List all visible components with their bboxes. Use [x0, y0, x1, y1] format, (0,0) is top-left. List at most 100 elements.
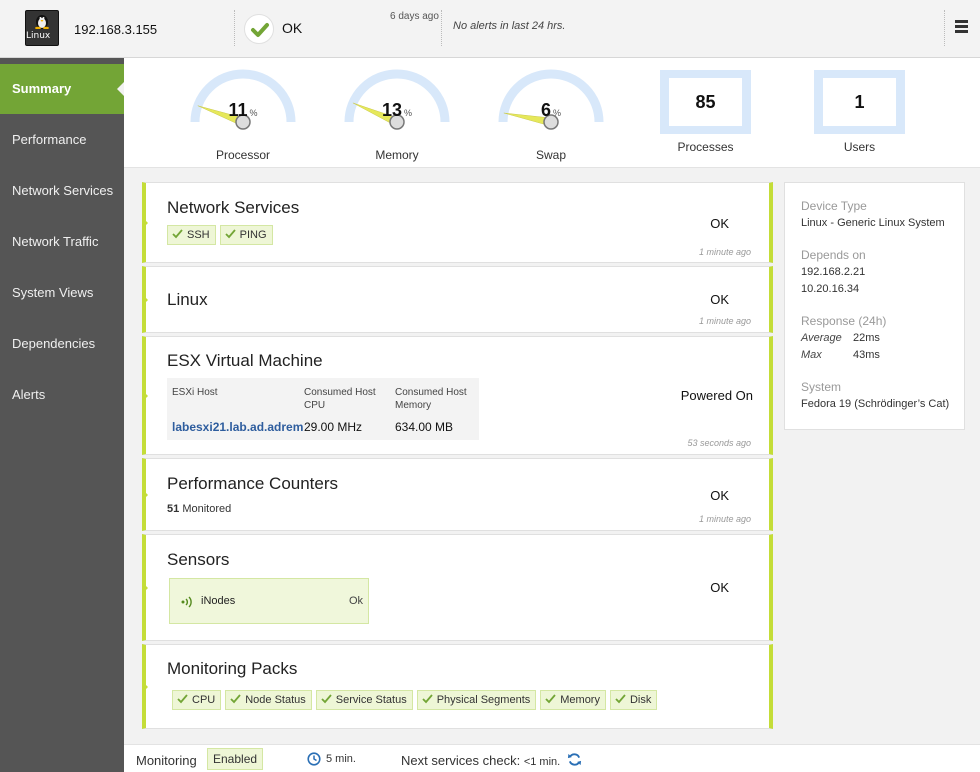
sensor-status: Ok	[348, 595, 363, 607]
check-icon	[545, 694, 556, 704]
esx-vm-card[interactable]: ESX Virtual Machine ESXi Host Consumed H…	[142, 336, 773, 455]
memory-value: 634.00 MB	[395, 420, 454, 434]
card-title: Sensors	[167, 550, 230, 569]
processes-label: Processes	[677, 140, 734, 154]
max-label: Max	[801, 349, 822, 361]
network-services-card[interactable]: Network Services SSH PING OK 1 minute ago	[142, 182, 773, 263]
esx-table: ESXi Host Consumed Host CPU Consumed Hos…	[167, 378, 479, 440]
card-status: Powered On	[680, 388, 753, 403]
logo-label: Linux	[26, 31, 51, 41]
system-label: System	[801, 380, 842, 394]
sidebar-item-network-traffic[interactable]: Network Traffic	[0, 217, 124, 267]
check-icon	[224, 229, 236, 239]
check-icon	[230, 694, 241, 704]
memory-value: 13	[381, 100, 402, 120]
users-value: 1	[823, 78, 896, 126]
refresh-icon[interactable]	[567, 752, 582, 767]
footer-bar: Monitoring Enabled 5 min. Next services …	[124, 744, 980, 772]
depends-on-label: Depends on	[801, 248, 866, 262]
alerts-summary: No alerts in last 24 hrs.	[453, 20, 566, 32]
tag-node-status[interactable]: Node Status	[225, 690, 312, 710]
processor-value: 11	[228, 100, 248, 120]
card-title: Linux	[167, 290, 208, 309]
monitoring-packs-card[interactable]: Monitoring Packs CPU Node Status Service S…	[142, 644, 773, 729]
depends-on-item[interactable]: 10.20.16.34	[801, 283, 859, 295]
card-status: OK	[710, 216, 729, 231]
status-age: 6 days ago	[390, 11, 439, 22]
tag-physical-segments[interactable]: Physical Segments	[416, 690, 537, 710]
gauge-strip: 11% Processor 13% Memory 6% Swap 85 Proc…	[124, 58, 980, 168]
card-status: OK	[710, 292, 729, 307]
depends-on-item[interactable]: 192.168.2.21	[801, 266, 865, 278]
check-interval[interactable]: 5 min.	[326, 753, 356, 765]
performance-counters-card[interactable]: Performance Counters 51 Monitored OK 1 m…	[142, 458, 773, 531]
tag-memory[interactable]: Memory	[540, 690, 606, 710]
sidebar-item-performance[interactable]: Performance	[0, 115, 124, 165]
card-status: OK	[710, 580, 729, 595]
monitoring-toggle[interactable]: Enabled	[207, 748, 264, 770]
processor-label: Processor	[215, 148, 271, 162]
signal-icon	[181, 596, 192, 608]
swap-value: 6	[540, 100, 551, 120]
card-title: Monitoring Packs	[167, 659, 298, 678]
check-icon	[172, 229, 183, 239]
sidebar-item-dependencies[interactable]: Dependencies	[0, 319, 124, 369]
processes-counter[interactable]: 85	[660, 70, 751, 134]
swap-gauge[interactable]: 6% Swap	[498, 66, 608, 166]
memory-gauge[interactable]: 13% Memory	[344, 66, 454, 166]
penguin-icon	[35, 15, 49, 29]
tag-cpu[interactable]: CPU	[172, 690, 222, 710]
hamburger-menu-icon[interactable]	[955, 20, 968, 34]
check-icon	[177, 694, 188, 704]
cpu-value: 29.00 MHz	[304, 420, 363, 434]
average-label: Average	[801, 332, 842, 344]
clock-icon	[307, 752, 321, 766]
linux-card[interactable]: Linux OK 1 minute ago	[142, 266, 773, 333]
sensors-card[interactable]: Sensors iNodes Ok OK	[142, 534, 773, 641]
sidebar-item-network-services[interactable]: Network Services	[0, 166, 124, 216]
users-label: Users	[843, 140, 876, 154]
sidebar-item-system-views[interactable]: System Views	[0, 268, 124, 318]
card-timestamp: 53 seconds ago	[687, 438, 751, 448]
memory-label: Memory	[375, 148, 419, 162]
card-status: OK	[710, 488, 729, 503]
system-value: Fedora 19 (Schrödinger’s Cat)	[801, 398, 950, 410]
device-details-panel: Device Type Linux - Generic Linux System…	[784, 182, 965, 430]
top-bar: Linux 192.168.3.155 OK 6 days ago No ale…	[0, 0, 980, 58]
service-tags: SSH PING	[167, 225, 277, 245]
card-title: ESX Virtual Machine	[167, 351, 323, 370]
divider	[441, 10, 442, 46]
tag-disk[interactable]: Disk	[609, 690, 658, 710]
average-value: 22ms	[853, 332, 880, 344]
processor-gauge[interactable]: 11% Processor	[190, 66, 300, 166]
cpu-header: Consumed Host CPU	[304, 387, 376, 411]
card-title: Performance Counters	[167, 474, 339, 493]
device-status: OK	[282, 20, 303, 36]
users-counter[interactable]: 1	[814, 70, 905, 134]
check-icon	[615, 694, 626, 704]
card-timestamp: 1 minute ago	[698, 247, 751, 257]
divider	[234, 10, 235, 46]
sensor-name: iNodes	[201, 595, 236, 607]
check-icon	[321, 694, 332, 704]
tag-ssh[interactable]: SSH	[167, 225, 216, 245]
memory-header: Consumed Host Memory	[395, 387, 467, 411]
sidebar-item-alerts[interactable]: Alerts	[0, 370, 124, 420]
tag-service-status[interactable]: Service Status	[315, 690, 413, 710]
status-check-icon	[244, 14, 274, 44]
processes-value: 85	[669, 78, 742, 126]
monitoring-label: Monitoring	[136, 753, 197, 768]
esx-host-link[interactable]: labesxi21.lab.ad.adrem	[172, 420, 303, 434]
next-check: Next services check: <1 min.	[401, 753, 561, 768]
device-ip: 192.168.3.155	[74, 22, 158, 37]
sensor-inodes[interactable]: iNodes Ok	[169, 578, 369, 624]
card-timestamp: 1 minute ago	[698, 316, 751, 326]
sidebar-item-summary[interactable]: Summary	[0, 64, 124, 114]
card-title: Network Services	[167, 198, 300, 217]
pack-tags: CPU Node Status Service Status Physical Seg…	[172, 690, 661, 710]
esx-host-header: ESXi Host	[172, 387, 218, 398]
response-label: Response (24h)	[801, 314, 887, 328]
tag-ping[interactable]: PING	[219, 225, 273, 245]
card-timestamp: 1 minute ago	[698, 514, 751, 524]
check-icon	[422, 694, 433, 704]
